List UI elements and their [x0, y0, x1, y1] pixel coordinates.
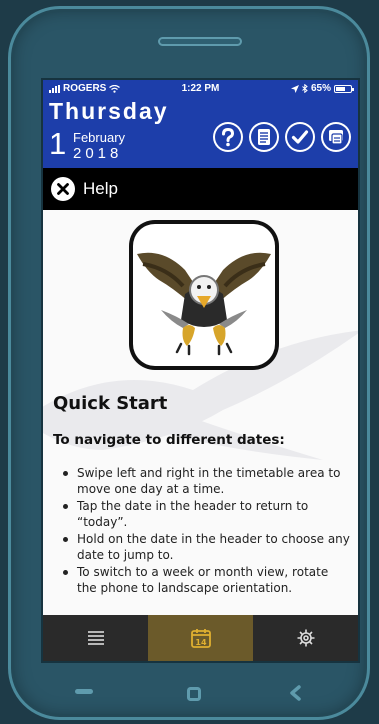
phone-screen: ROGERS 1:22 PM 65% Thursday 1 February 2…: [43, 80, 358, 661]
speaker-grille: [158, 37, 242, 46]
day-number[interactable]: 1: [49, 128, 66, 159]
close-button[interactable]: [51, 177, 75, 201]
list-item: To switch to a week or month view, rotat…: [59, 564, 351, 596]
instruction-list: Swipe left and right in the timetable ar…: [59, 465, 351, 597]
list-item: Swipe left and right in the timetable ar…: [59, 465, 351, 497]
tab-settings[interactable]: [253, 615, 358, 661]
close-icon: [57, 183, 69, 195]
tab-bar: 14: [43, 615, 358, 661]
menu-icon: [87, 631, 104, 645]
help-icon: [215, 124, 241, 150]
day-name[interactable]: Thursday: [49, 98, 169, 125]
list-item: Hold on the date in the header to choose…: [59, 531, 351, 563]
calendar-day-label: 14: [195, 638, 207, 647]
calendar-icon: 14: [190, 629, 211, 648]
battery-fill: [336, 86, 346, 91]
list-item: Tap the date in the header to return to …: [59, 498, 351, 530]
tab-calendar[interactable]: 14: [148, 615, 253, 661]
location-arrow-icon: [290, 84, 299, 93]
status-right: 65%: [290, 83, 354, 94]
checkmark-icon: [287, 124, 313, 150]
bluetooth-icon: [302, 84, 308, 93]
tab-menu[interactable]: [43, 615, 148, 661]
status-bar: ROGERS 1:22 PM 65%: [43, 80, 358, 97]
list-icon: [251, 124, 277, 150]
document-icon: [323, 124, 349, 150]
checkmark-button[interactable]: [285, 122, 315, 152]
help-button[interactable]: [213, 122, 243, 152]
help-title: Help: [83, 179, 118, 198]
help-content[interactable]: Quick Start To navigate to different dat…: [43, 210, 358, 615]
battery-icon: [334, 84, 354, 93]
back-key-icon[interactable]: [75, 689, 93, 695]
document-button[interactable]: [321, 122, 351, 152]
date-header[interactable]: ROGERS 1:22 PM 65% Thursday 1 February 2…: [43, 80, 358, 168]
eagle-logo-icon: [137, 252, 271, 356]
quick-start-title: Quick Start: [53, 393, 168, 414]
home-key-icon[interactable]: [187, 687, 201, 701]
battery-percent: 65%: [310, 83, 331, 94]
recent-key-icon[interactable]: [289, 685, 301, 701]
app-logo: [129, 220, 279, 370]
month-name[interactable]: February: [73, 131, 125, 145]
phone-frame: ROGERS 1:22 PM 65% Thursday 1 February 2…: [8, 6, 370, 720]
list-button[interactable]: [249, 122, 279, 152]
gear-icon: [297, 629, 314, 647]
year-text[interactable]: 2018: [73, 146, 122, 162]
navigate-heading: To navigate to different dates:: [53, 432, 285, 448]
help-title-bar: Help: [43, 168, 358, 210]
